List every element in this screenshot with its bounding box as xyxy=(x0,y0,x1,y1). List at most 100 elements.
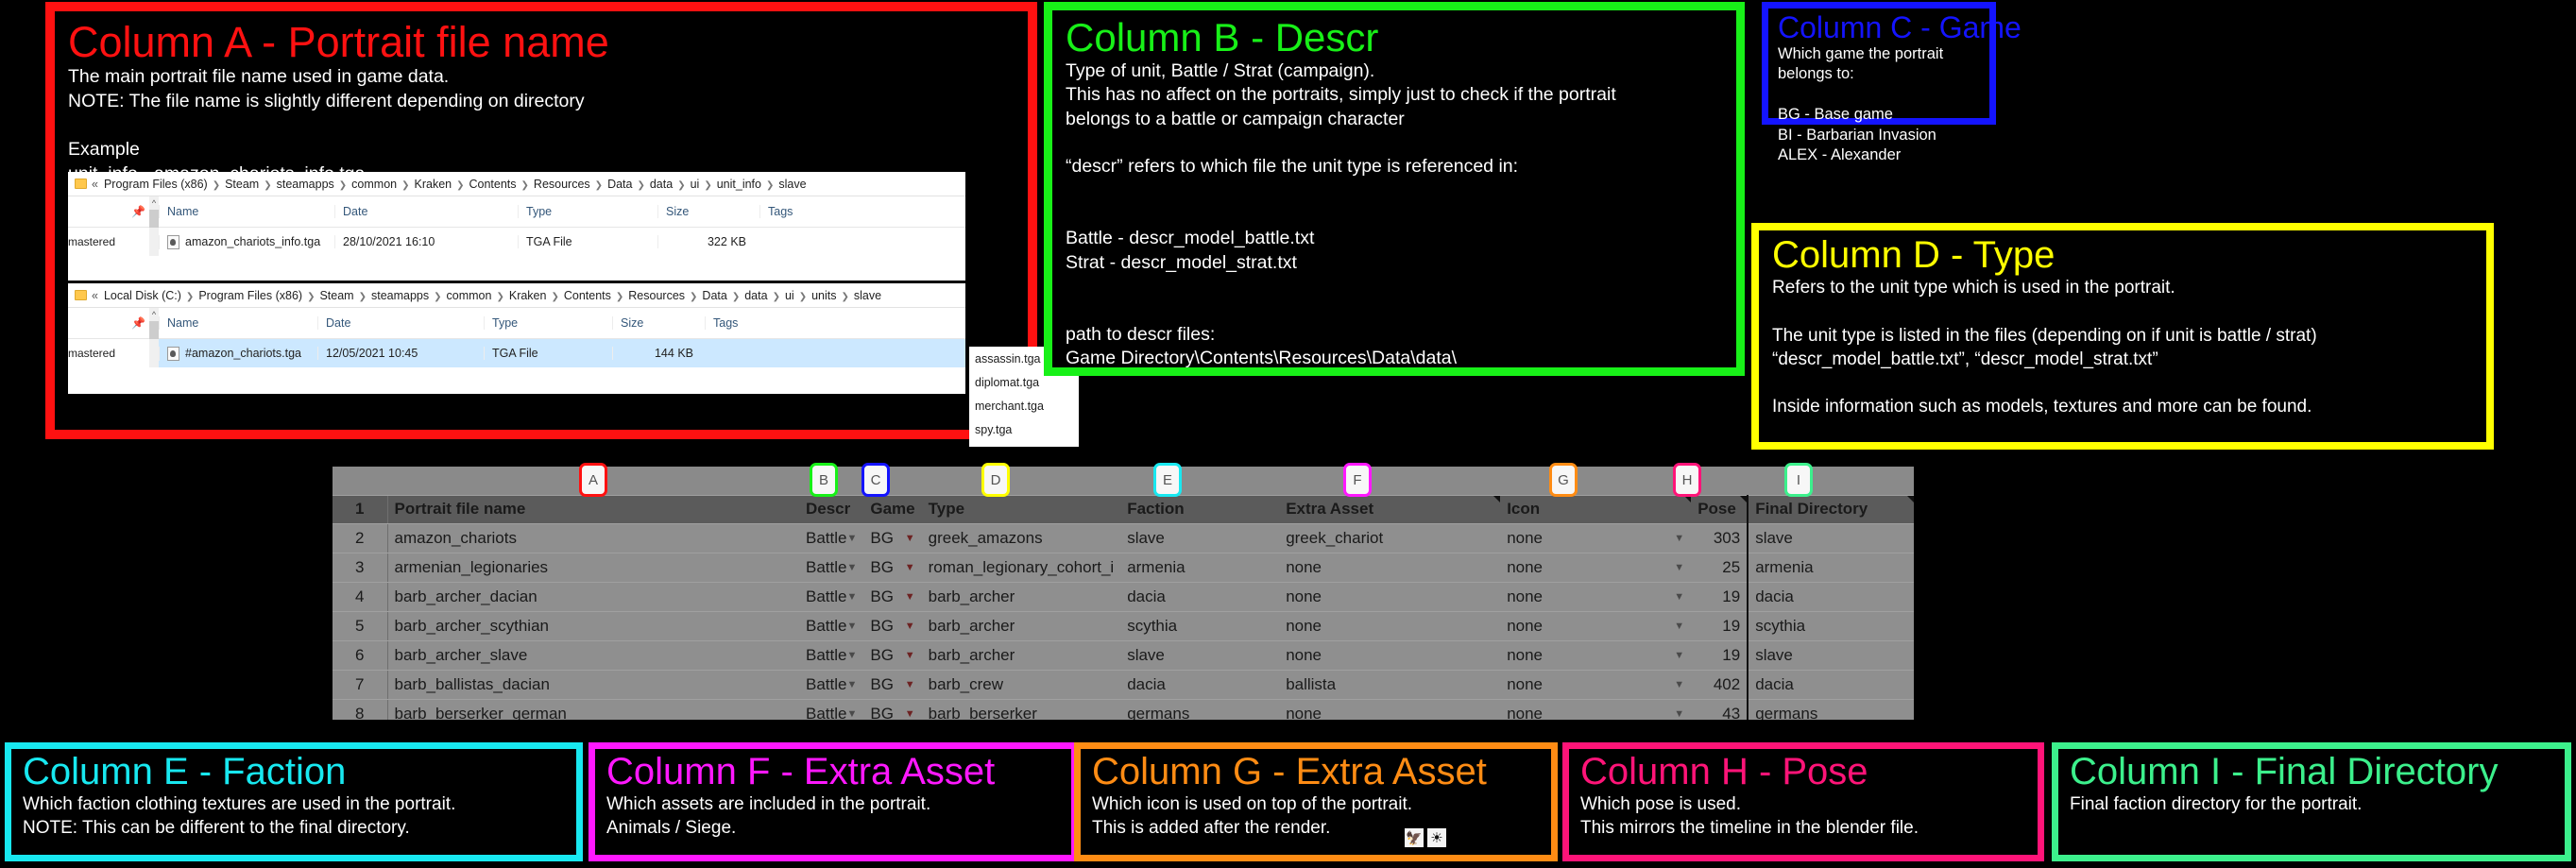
cell-game[interactable]: BG ▼ xyxy=(863,582,922,612)
header-size[interactable]: Size xyxy=(612,316,705,330)
nav-pane-item[interactable]: mastered xyxy=(68,339,149,367)
chevron-down-icon[interactable]: ▼ xyxy=(846,553,857,582)
breadcrumb-segment[interactable]: common xyxy=(351,178,397,191)
chevron-down-icon[interactable]: ▼ xyxy=(846,671,857,699)
row-number[interactable]: 6 xyxy=(333,640,388,671)
column-letter-d[interactable] xyxy=(921,467,1121,496)
list-item[interactable]: spy.tga xyxy=(969,417,1079,441)
row-number[interactable]: 4 xyxy=(333,582,388,612)
chevron-down-icon[interactable]: ▼ xyxy=(1674,524,1684,553)
chevron-down-icon[interactable]: ▼ xyxy=(1674,641,1684,670)
breadcrumb-segment[interactable]: data xyxy=(650,178,673,191)
breadcrumb-segment[interactable]: Kraken xyxy=(415,178,452,191)
breadcrumb-segment[interactable]: units xyxy=(811,289,836,302)
header-tags[interactable]: Tags xyxy=(705,316,807,330)
header-name[interactable]: Name xyxy=(159,205,334,218)
cell-descr[interactable]: Battle ▼ xyxy=(799,611,864,641)
column-headers-units[interactable]: 📌 ^ Name Date Type Size Tags xyxy=(68,308,965,342)
header-type[interactable]: Type xyxy=(484,316,612,330)
chevron-down-icon[interactable]: ▼ xyxy=(1674,583,1684,611)
chevron-down-icon[interactable]: ▼ xyxy=(846,700,857,721)
breadcrumb-segment[interactable]: Contents xyxy=(469,178,517,191)
nav-pane-item[interactable]: mastered xyxy=(68,228,149,256)
cell-file-name[interactable]: amazon_chariots_info.tga xyxy=(159,234,334,249)
table-row[interactable]: 7 barb_ballistas_dacian Battle ▼ BG ▼ barb_cre… xyxy=(333,670,1915,700)
column-letter-g[interactable] xyxy=(1500,467,1692,496)
cell-icon[interactable]: none ▼ xyxy=(1500,582,1692,612)
breadcrumb-items[interactable]: Local Disk (C:) ❯ Program Files (x86) ❯ Stea… xyxy=(104,289,881,302)
header-type[interactable]: Type xyxy=(518,205,657,218)
column-headers-unit-info[interactable]: 📌 ^ Name Date Type Size Tags xyxy=(68,196,965,230)
list-item[interactable]: merchant.tga xyxy=(969,394,1079,417)
table-row[interactable]: 2 amazon_chariots Battle ▼ BG ▼ greek_amazons s… xyxy=(333,523,1915,553)
file-row-amazon-chariots-info[interactable]: mastered amazon_chariots_info.tga 28/10/… xyxy=(68,228,965,256)
nav-scrollbar[interactable]: ^ xyxy=(149,196,159,230)
table-row[interactable]: 3 armenian_legionaries Battle ▼ BG ▼ roman_leg… xyxy=(333,553,1915,583)
breadcrumb-segment[interactable]: Data xyxy=(607,178,632,191)
file-explorer-unit-info[interactable]: « Program Files (x86) ❯ Steam ❯ steamapps ❯ co… xyxy=(68,172,965,281)
header-date[interactable]: Date xyxy=(317,316,484,330)
scroll-up-icon[interactable]: ^ xyxy=(149,196,159,210)
chevron-down-icon[interactable]: ▼ xyxy=(1674,671,1684,699)
file-explorer-units[interactable]: « Local Disk (C:) ❯ Program Files (x86) ❯ St… xyxy=(68,283,965,394)
cell-file-name[interactable]: #amazon_chariots.tga xyxy=(159,346,317,361)
file-row-amazon-chariots[interactable]: mastered #amazon_chariots.tga 12/05/2021… xyxy=(68,339,965,367)
cell-game[interactable]: BG ▼ xyxy=(863,553,922,583)
spreadsheet-table[interactable]: 1 Portrait file name Descr Game Type Faction E… xyxy=(333,467,1915,721)
nav-scrollbar-lower[interactable] xyxy=(149,228,159,256)
column-letter-i[interactable] xyxy=(1748,467,1915,496)
chevron-down-icon[interactable]: ▼ xyxy=(846,612,857,640)
cell-icon[interactable]: none ▼ xyxy=(1500,699,1692,721)
header-size[interactable]: Size xyxy=(657,205,759,218)
breadcrumb-segment[interactable]: data xyxy=(744,289,767,302)
cell-descr[interactable]: Battle ▼ xyxy=(799,523,864,553)
cell-game[interactable]: BG ▼ xyxy=(863,699,922,720)
cell-icon[interactable]: none ▼ xyxy=(1500,523,1692,553)
cell-descr[interactable]: Battle ▼ xyxy=(799,553,864,583)
cell-descr[interactable]: Battle ▼ xyxy=(799,670,864,700)
breadcrumb-segment[interactable]: ui xyxy=(785,289,794,302)
scroll-up-icon[interactable]: ^ xyxy=(149,308,159,321)
row-number[interactable]: 8 xyxy=(333,699,388,720)
table-row[interactable]: 4 barb_archer_dacian Battle ▼ BG ▼ barb_archer… xyxy=(333,582,1915,612)
breadcrumb-segment[interactable]: Data xyxy=(702,289,726,302)
select-all-corner[interactable] xyxy=(333,467,387,496)
breadcrumb-segment[interactable]: Contents xyxy=(564,289,611,302)
cell-game[interactable]: BG ▼ xyxy=(863,611,922,641)
breadcrumb-segment[interactable]: slave xyxy=(854,289,881,302)
row-number[interactable]: 2 xyxy=(333,523,388,553)
breadcrumb-segment[interactable]: common xyxy=(447,289,492,302)
chevron-down-icon[interactable]: ▼ xyxy=(1674,612,1684,640)
cell-icon[interactable]: none ▼ xyxy=(1500,670,1692,700)
breadcrumb-segment[interactable]: Program Files (x86) xyxy=(198,289,302,302)
breadcrumb-unit-info[interactable]: « Program Files (x86) ❯ Steam ❯ steamapps ❯ co… xyxy=(68,172,965,196)
cell-descr[interactable]: Battle ▼ xyxy=(799,699,864,721)
column-letter-e[interactable] xyxy=(1120,467,1280,496)
breadcrumb-segment[interactable]: slave xyxy=(778,178,806,191)
chevron-down-icon[interactable]: ▼ xyxy=(846,583,857,611)
breadcrumb-segment[interactable]: ui xyxy=(691,178,700,191)
breadcrumb-segment[interactable]: Resources xyxy=(628,289,685,302)
table-row[interactable]: 5 barb_archer_scythian Battle ▼ BG ▼ barb_arch… xyxy=(333,611,1915,641)
table-row[interactable]: 8 barb_berserker_german Battle ▼ BG ▼ barb_ber… xyxy=(333,699,1915,721)
header-date[interactable]: Date xyxy=(334,205,518,218)
cell-descr[interactable]: Battle ▼ xyxy=(799,582,864,612)
cell-descr[interactable]: Battle ▼ xyxy=(799,640,864,671)
row-number[interactable]: 5 xyxy=(333,611,388,641)
spreadsheet[interactable]: 1 Portrait file name Descr Game Type Faction E… xyxy=(333,467,2222,720)
cell-icon[interactable]: none ▼ xyxy=(1500,553,1692,583)
chevron-down-icon[interactable]: ▼ xyxy=(905,641,915,670)
cell-game[interactable]: BG ▼ xyxy=(863,523,922,553)
chevron-down-icon[interactable]: ▼ xyxy=(905,553,915,582)
cell-game[interactable]: BG ▼ xyxy=(863,670,922,700)
breadcrumb-segment[interactable]: steamapps xyxy=(277,178,334,191)
chevron-down-icon[interactable]: ▼ xyxy=(846,524,857,553)
chevron-down-icon[interactable]: ▼ xyxy=(1674,700,1684,721)
breadcrumb-segment[interactable]: Program Files (x86) xyxy=(104,178,208,191)
breadcrumb-units[interactable]: « Local Disk (C:) ❯ Program Files (x86) ❯ St… xyxy=(68,283,965,308)
breadcrumb-segment[interactable]: Kraken xyxy=(509,289,547,302)
header-name[interactable]: Name xyxy=(159,316,317,330)
breadcrumb-segment[interactable]: unit_info xyxy=(717,178,761,191)
column-letter-f[interactable] xyxy=(1279,467,1501,496)
breadcrumb-segment[interactable]: steamapps xyxy=(371,289,429,302)
